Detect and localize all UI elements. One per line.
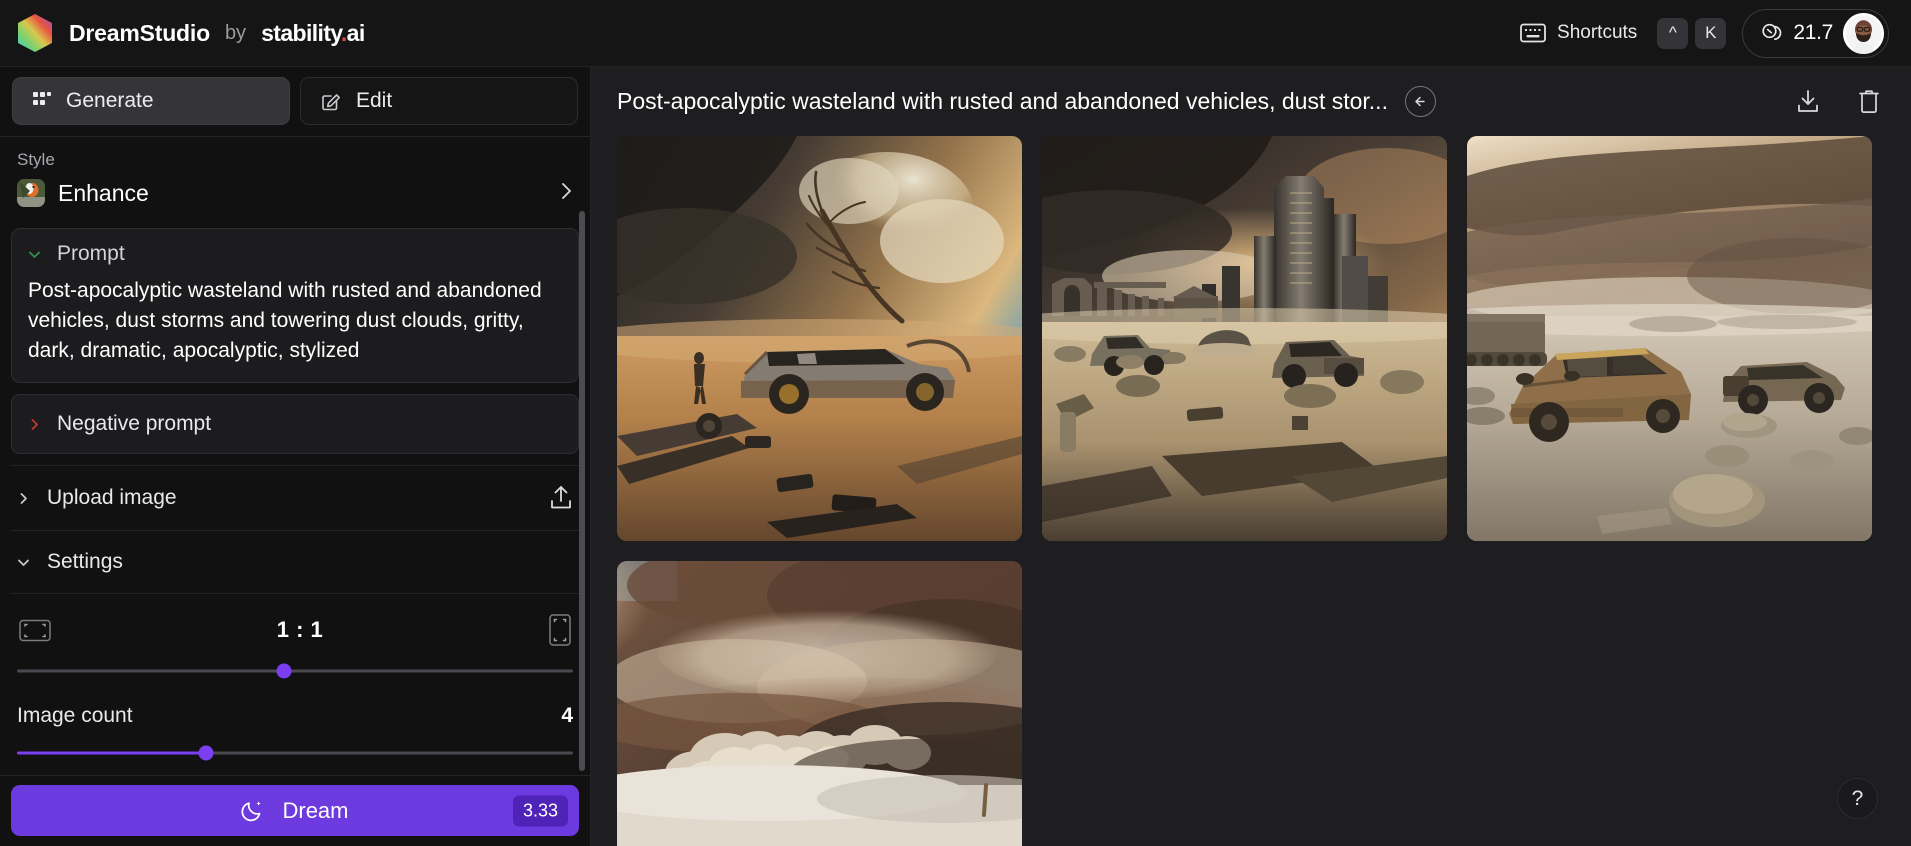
result-image-3[interactable] (1467, 136, 1872, 541)
coins-icon (1761, 23, 1783, 43)
aspect-ratio-value: 1 : 1 (277, 617, 324, 643)
style-value: Enhance (58, 180, 149, 207)
back-button[interactable] (1405, 86, 1436, 117)
settings-row[interactable]: Settings (11, 531, 579, 594)
aspect-ratio-slider[interactable] (17, 660, 573, 682)
shortcut-keys-group: ^ K (1657, 18, 1726, 49)
avatar[interactable] (1843, 13, 1884, 54)
upload-image-label: Upload image (47, 486, 177, 510)
delete-button[interactable] (1857, 88, 1881, 115)
negative-prompt-title: Negative prompt (57, 412, 211, 436)
aspect-ratio-row: 1 : 1 (17, 608, 573, 646)
dream-cost-badge: 3.33 (513, 795, 568, 826)
image-count-label: Image count (17, 704, 133, 728)
style-selector[interactable]: Enhance (17, 179, 573, 213)
chevron-right-icon (28, 418, 41, 431)
page-title: Post-apocalyptic wasteland with rusted a… (617, 88, 1388, 115)
dream-button[interactable]: Dream 3.33 (11, 785, 579, 836)
result-image-1-canvas (617, 136, 1022, 541)
dreamstudio-hexagon-logo (14, 12, 56, 54)
result-image-2[interactable] (1042, 136, 1447, 541)
main-header: Post-apocalyptic wasteland with rusted a… (591, 67, 1911, 136)
prompt-panel-title: Prompt (57, 242, 125, 266)
grid-icon (32, 91, 52, 111)
tab-generate[interactable]: Generate (12, 77, 290, 125)
key-modifier[interactable]: ^ (1657, 18, 1688, 49)
aspect-ratio-slider-thumb[interactable] (276, 664, 291, 679)
prompt-textarea[interactable]: Post-apocalyptic wasteland with rusted a… (12, 276, 578, 382)
shortcuts-label: Shortcuts (1557, 22, 1637, 44)
top-bar-right-group: Shortcuts ^ K 21.7 (1520, 9, 1889, 58)
left-sidebar: Generate Edit Style (0, 67, 591, 846)
image-count-slider[interactable] (17, 742, 573, 764)
credits-value: 21.7 (1793, 21, 1833, 45)
style-label: Style (17, 150, 573, 170)
image-count-row: Image count 4 (17, 704, 573, 728)
sidebar-scrollbar[interactable] (579, 211, 585, 771)
negative-prompt-header[interactable]: Negative prompt (12, 395, 578, 453)
portrait-frame-icon[interactable] (549, 614, 571, 646)
dream-button-label: Dream (282, 798, 348, 824)
shortcuts-button[interactable]: Shortcuts (1520, 22, 1637, 44)
upload-icon-wrap[interactable] (549, 485, 573, 511)
tab-edit[interactable]: Edit (300, 77, 578, 125)
brand-company: stability.ai (261, 20, 365, 47)
result-image-4-canvas (617, 561, 1022, 846)
keyboard-icon (1520, 23, 1546, 43)
settings-chevron-down-icon (17, 556, 30, 569)
result-image-1[interactable] (617, 136, 1022, 541)
brand-logo-group[interactable]: DreamStudio by stability.ai (14, 12, 365, 54)
key-letter[interactable]: K (1695, 18, 1726, 49)
main-header-actions (1795, 88, 1881, 115)
prompt-panel-header[interactable]: Prompt (12, 229, 578, 276)
aspect-ratio-slider-track (17, 670, 573, 673)
upload-icon (549, 485, 573, 511)
results-scroll-area (591, 136, 1911, 846)
tab-edit-label: Edit (356, 89, 392, 113)
sidebar-scroll-area: Style (0, 136, 590, 775)
image-count-slider-fill (17, 752, 206, 755)
upload-image-row[interactable]: Upload image (11, 465, 579, 531)
result-image-3-canvas (1467, 136, 1872, 541)
moon-stars-icon (241, 798, 265, 823)
help-button[interactable]: ? (1837, 778, 1878, 819)
tab-generate-label: Generate (66, 89, 154, 113)
result-image-4[interactable] (617, 561, 1022, 846)
settings-body: 1 : 1 Image count 4 (11, 594, 579, 764)
top-bar: DreamStudio by stability.ai Shortcuts ^ … (0, 0, 1911, 67)
prompt-panel: Prompt Post-apocalyptic wasteland with r… (11, 228, 579, 383)
download-icon (1795, 89, 1821, 115)
results-grid (617, 136, 1885, 846)
brand-by-text: by (225, 22, 246, 45)
landscape-frame-icon[interactable] (19, 617, 51, 644)
chevron-down-icon (28, 248, 41, 261)
pencil-square-icon (320, 90, 342, 112)
style-chevron-right-icon (560, 181, 573, 206)
credits-pill[interactable]: 21.7 (1742, 9, 1889, 58)
app-body: Generate Edit Style (0, 67, 1911, 846)
result-image-2-canvas (1042, 136, 1447, 541)
arrow-left-circle-icon (1412, 93, 1429, 110)
mode-tabs: Generate Edit (0, 67, 590, 136)
brand-name: DreamStudio (69, 20, 210, 47)
help-icon: ? (1852, 787, 1864, 811)
image-count-slider-thumb[interactable] (199, 746, 214, 761)
main-content: Post-apocalyptic wasteland with rusted a… (591, 67, 1911, 846)
style-section: Style (11, 137, 579, 217)
download-button[interactable] (1795, 89, 1821, 115)
settings-label: Settings (47, 550, 123, 574)
upload-chevron-right-icon (17, 492, 30, 505)
negative-prompt-panel: Negative prompt (11, 394, 579, 454)
trash-icon (1857, 88, 1881, 115)
image-count-value: 4 (561, 704, 573, 728)
dream-button-bar: Dream 3.33 (0, 775, 590, 846)
style-thumbnail-icon (17, 179, 45, 207)
